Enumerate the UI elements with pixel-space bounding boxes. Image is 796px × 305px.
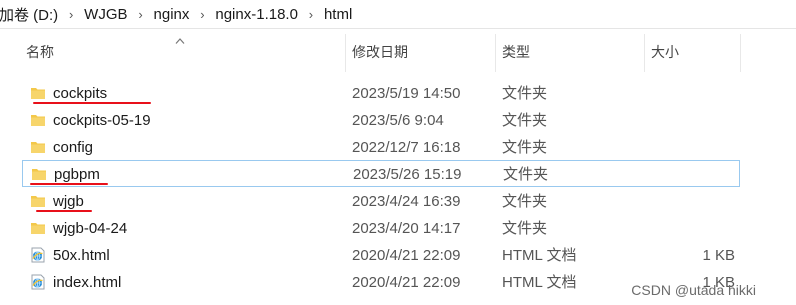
html-file-icon — [30, 247, 46, 263]
file-name: index.html — [53, 274, 122, 291]
column-header-date-label: 修改日期 — [352, 44, 408, 60]
folder-icon — [30, 220, 46, 236]
file-date: 2020/4/21 22:09 — [352, 247, 461, 264]
file-date: 2023/4/20 14:17 — [352, 220, 461, 237]
file-size — [620, 215, 735, 242]
column-header-type-label: 类型 — [502, 44, 530, 60]
file-size — [621, 161, 736, 188]
breadcrumb-separator-icon[interactable]: › — [130, 7, 152, 22]
file-row-wjgb[interactable]: wjgb 2023/4/24 16:39 文件夹 — [0, 188, 796, 215]
column-header-date[interactable]: 修改日期 — [346, 28, 495, 76]
breadcrumb-separator-icon[interactable]: › — [60, 7, 82, 22]
breadcrumb-item-nginx[interactable]: nginx — [152, 6, 192, 23]
file-type: HTML 文档 — [502, 247, 577, 264]
column-header-name-label: 名称 — [26, 44, 54, 60]
file-size: 1 KB — [702, 247, 735, 264]
file-size — [620, 188, 735, 215]
html-file-icon — [30, 274, 46, 290]
file-date: 2022/12/7 16:18 — [352, 139, 461, 156]
file-name: cockpits-05-19 — [53, 112, 151, 129]
file-name: config — [53, 139, 94, 156]
column-header-row: 名称 修改日期 类型 大小 — [0, 28, 796, 76]
file-row-cockpits-05-19[interactable]: cockpits-05-19 2023/5/6 9:04 文件夹 — [0, 107, 796, 134]
file-row-wjgb-04-24[interactable]: wjgb-04-24 2023/4/20 14:17 文件夹 — [0, 215, 796, 242]
breadcrumb-separator-icon[interactable]: › — [191, 7, 213, 22]
file-date: 2023/4/24 16:39 — [352, 193, 461, 210]
breadcrumb[interactable]: 加卷 (D:) › WJGB › nginx › nginx-1.18.0 › … — [0, 0, 796, 29]
file-type: 文件夹 — [502, 85, 548, 102]
file-row-config[interactable]: config 2022/12/7 16:18 文件夹 — [0, 134, 796, 161]
annotation-underline-cockpits — [33, 102, 151, 104]
file-date: 2023/5/6 9:04 — [352, 112, 444, 129]
file-explorer: 加卷 (D:) › WJGB › nginx › nginx-1.18.0 › … — [0, 0, 796, 305]
file-size — [620, 134, 735, 161]
file-type: HTML 文档 — [502, 274, 577, 291]
file-row-50x-html[interactable]: 50x.html 2020/4/21 22:09 HTML 文档 1 KB — [0, 242, 796, 269]
folder-icon — [31, 166, 47, 182]
breadcrumb-item-wjgb[interactable]: WJGB — [82, 6, 129, 23]
column-divider[interactable] — [740, 34, 741, 72]
file-type: 文件夹 — [502, 193, 548, 210]
file-date: 2023/5/19 14:50 — [352, 85, 461, 102]
file-date: 2023/5/26 15:19 — [353, 166, 462, 183]
breadcrumb-item-drive[interactable]: 加卷 (D:) — [0, 4, 60, 25]
column-header-type[interactable]: 类型 — [496, 28, 644, 76]
column-header-size[interactable]: 大小 — [645, 28, 740, 76]
file-row-pgbpm[interactable]: pgbpm 2023/5/26 15:19 文件夹 — [22, 160, 740, 187]
file-size — [620, 107, 735, 134]
file-size — [620, 80, 735, 107]
file-type: 文件夹 — [503, 166, 549, 183]
file-type: 文件夹 — [502, 220, 548, 237]
folder-icon — [30, 112, 46, 128]
folder-icon — [30, 139, 46, 155]
folder-icon — [30, 193, 46, 209]
breadcrumb-separator-icon[interactable]: › — [300, 7, 322, 22]
file-type: 文件夹 — [502, 139, 548, 156]
file-name: wjgb-04-24 — [53, 220, 128, 237]
column-header-size-label: 大小 — [651, 44, 679, 60]
file-name: 50x.html — [53, 247, 110, 264]
annotation-underline-wjgb — [36, 210, 92, 212]
breadcrumb-item-nginx-version[interactable]: nginx-1.18.0 — [213, 6, 300, 23]
breadcrumb-item-html[interactable]: html — [322, 6, 354, 23]
file-type: 文件夹 — [502, 112, 548, 129]
folder-icon — [30, 85, 46, 101]
annotation-underline-pgbpm — [30, 183, 108, 185]
sort-ascending-icon — [175, 34, 185, 48]
watermark: CSDN @utada hikki — [631, 282, 756, 298]
file-date: 2020/4/21 22:09 — [352, 274, 461, 291]
